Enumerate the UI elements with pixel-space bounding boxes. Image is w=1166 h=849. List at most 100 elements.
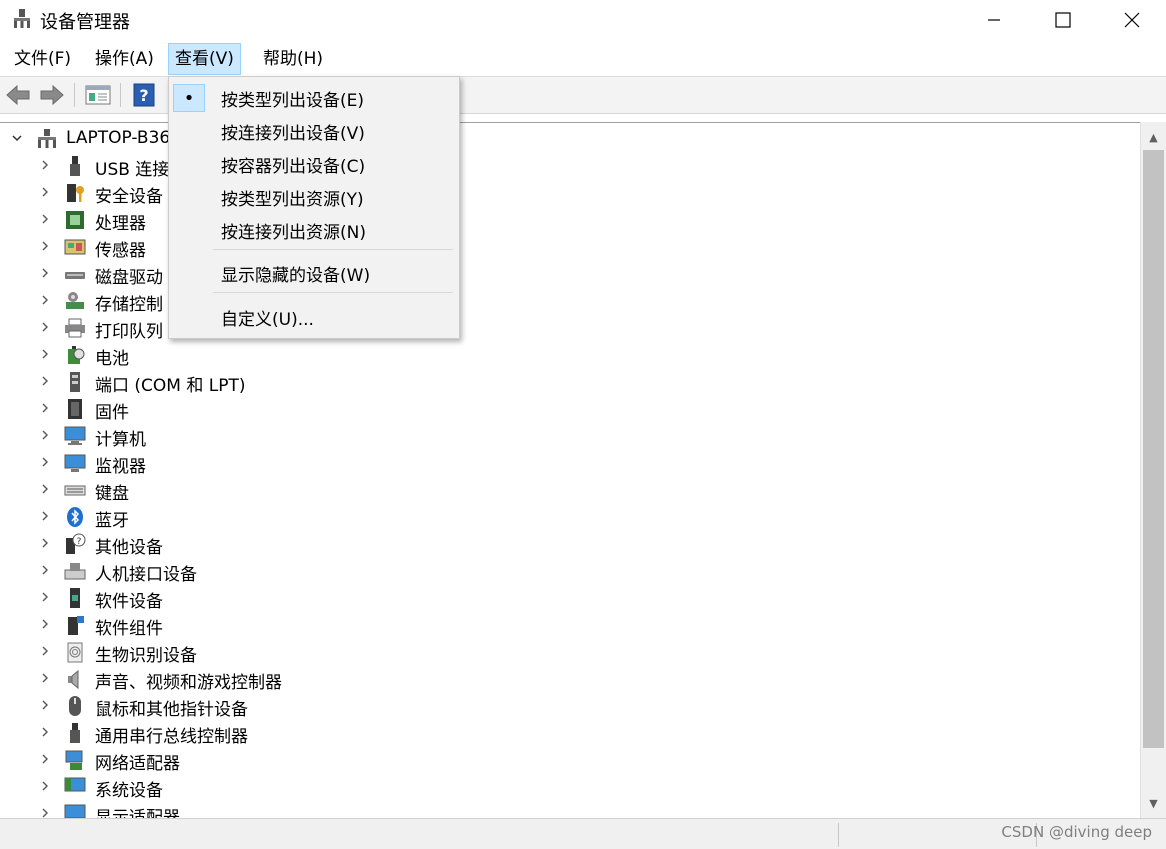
minimize-button[interactable] bbox=[960, 0, 1028, 40]
tree-category-label: 端口 (COM 和 LPT) bbox=[95, 376, 246, 396]
back-button[interactable] bbox=[4, 81, 32, 109]
security-key-icon bbox=[67, 184, 84, 202]
tree-category-label: 蓝牙 bbox=[95, 511, 129, 531]
tree-category-label: 固件 bbox=[95, 403, 129, 423]
tree-category-label: 系统设备 bbox=[95, 781, 163, 801]
tree-category-label: 其他设备 bbox=[95, 538, 163, 558]
expand-caret-icon[interactable] bbox=[38, 293, 52, 307]
menu-separator bbox=[213, 292, 453, 293]
expand-caret-icon[interactable] bbox=[38, 563, 52, 577]
tree-category-row[interactable]: 网络适配器 bbox=[0, 746, 1130, 774]
view-menu-dropdown: • 按类型列出设备(E) 按连接列出设备(V) 按容器列出设备(C) 按类型列出… bbox=[168, 76, 460, 339]
toolbar-separator bbox=[120, 83, 121, 107]
expand-caret-icon[interactable] bbox=[38, 266, 52, 280]
printer-icon bbox=[65, 318, 85, 338]
tree-category-row[interactable]: ? 其他设备 bbox=[0, 530, 1130, 558]
expand-caret-icon[interactable] bbox=[38, 401, 52, 415]
tree-category-label: 显示适配器 bbox=[95, 808, 180, 819]
expand-caret-icon[interactable] bbox=[38, 374, 52, 388]
expand-caret-icon[interactable] bbox=[38, 239, 52, 253]
tree-category-label: 键盘 bbox=[95, 484, 129, 504]
expand-caret-icon[interactable] bbox=[38, 671, 52, 685]
tree-category-row[interactable]: 固件 bbox=[0, 395, 1130, 423]
view-menu-item[interactable]: 按类型列出资源(Y) bbox=[171, 181, 457, 212]
view-menu-item-customize[interactable]: 自定义(U)... bbox=[171, 301, 457, 332]
properties-icon bbox=[85, 85, 111, 105]
tree-category-label: 软件设备 bbox=[95, 592, 163, 612]
expand-caret-icon[interactable] bbox=[38, 617, 52, 631]
tree-category-label: 人机接口设备 bbox=[95, 565, 197, 585]
tree-category-row[interactable]: 声音、视频和游戏控制器 bbox=[0, 665, 1130, 693]
expand-caret-icon[interactable] bbox=[38, 347, 52, 361]
view-menu-item[interactable]: 按连接列出资源(N) bbox=[171, 214, 457, 245]
tree-category-row[interactable]: 软件设备 bbox=[0, 584, 1130, 612]
tree-category-row[interactable]: 电池 bbox=[0, 341, 1130, 369]
expand-caret-icon[interactable] bbox=[38, 725, 52, 739]
expand-caret-icon[interactable] bbox=[38, 320, 52, 334]
tree-category-row[interactable]: 人机接口设备 bbox=[0, 557, 1130, 585]
hid-icon bbox=[64, 563, 86, 580]
forward-button[interactable] bbox=[38, 81, 66, 109]
tree-category-row[interactable]: 计算机 bbox=[0, 422, 1130, 450]
view-menu-item[interactable]: • 按类型列出设备(E) bbox=[171, 82, 457, 113]
network-adapter-icon bbox=[65, 750, 83, 770]
radio-bullet-icon: • bbox=[173, 84, 205, 112]
collapse-caret-icon[interactable] bbox=[10, 131, 24, 145]
tree-category-row[interactable]: 显示适配器 bbox=[0, 800, 1130, 819]
scrollbar-thumb[interactable] bbox=[1143, 150, 1164, 748]
expand-caret-icon[interactable] bbox=[38, 158, 52, 172]
expand-caret-icon[interactable] bbox=[38, 428, 52, 442]
view-menu-item-label: 显示隐藏的设备(W) bbox=[221, 266, 371, 286]
tree-category-row[interactable]: 鼠标和其他指针设备 bbox=[0, 692, 1130, 720]
tree-category-row[interactable]: 监视器 bbox=[0, 449, 1130, 477]
expand-caret-icon[interactable] bbox=[38, 482, 52, 496]
maximize-button[interactable] bbox=[1029, 0, 1097, 40]
expand-caret-icon[interactable] bbox=[38, 698, 52, 712]
tree-category-label: 通用串行总线控制器 bbox=[95, 727, 248, 747]
tree-category-label: 传感器 bbox=[95, 241, 146, 261]
expand-caret-icon[interactable] bbox=[38, 455, 52, 469]
device-manager-app-icon bbox=[14, 9, 30, 28]
back-arrow-icon bbox=[6, 84, 30, 106]
expand-caret-icon[interactable] bbox=[38, 185, 52, 199]
usb-controller-icon bbox=[70, 723, 80, 743]
scroll-up-arrow-icon[interactable]: ▲ bbox=[1141, 124, 1166, 150]
expand-caret-icon[interactable] bbox=[38, 590, 52, 604]
vertical-scrollbar[interactable]: ▲ ▼ bbox=[1140, 122, 1166, 818]
expand-caret-icon[interactable] bbox=[38, 212, 52, 226]
menu-file[interactable]: 文件(F) bbox=[8, 44, 77, 74]
system-device-icon bbox=[64, 777, 86, 792]
tree-category-row[interactable]: 软件组件 bbox=[0, 611, 1130, 639]
view-menu-item-label: 按连接列出设备(V) bbox=[221, 124, 365, 144]
menu-action[interactable]: 操作(A) bbox=[89, 44, 160, 74]
tree-category-row[interactable]: 蓝牙 bbox=[0, 503, 1130, 531]
tree-category-row[interactable]: 键盘 bbox=[0, 476, 1130, 504]
tree-category-label: 生物识别设备 bbox=[95, 646, 197, 666]
tree-category-row[interactable]: 系统设备 bbox=[0, 773, 1130, 801]
tree-category-label: 存储控制 bbox=[95, 295, 163, 315]
view-menu-item[interactable]: 按容器列出设备(C) bbox=[171, 148, 457, 179]
scroll-down-arrow-icon[interactable]: ▼ bbox=[1141, 790, 1166, 816]
expand-caret-icon[interactable] bbox=[38, 752, 52, 766]
expand-caret-icon[interactable] bbox=[38, 536, 52, 550]
properties-view-button[interactable] bbox=[84, 81, 112, 109]
tree-category-label: 网络适配器 bbox=[95, 754, 180, 774]
help-button[interactable]: ? bbox=[130, 81, 158, 109]
tree-category-row[interactable]: 生物识别设备 bbox=[0, 638, 1130, 666]
view-menu-item-show-hidden[interactable]: 显示隐藏的设备(W) bbox=[171, 257, 457, 288]
tree-category-row[interactable]: 端口 (COM 和 LPT) bbox=[0, 368, 1130, 396]
menu-view[interactable]: 查看(V) bbox=[168, 43, 241, 75]
expand-caret-icon[interactable] bbox=[38, 509, 52, 523]
menu-help[interactable]: 帮助(H) bbox=[257, 44, 329, 74]
computer-icon bbox=[64, 426, 86, 445]
tree-category-row[interactable]: 通用串行总线控制器 bbox=[0, 719, 1130, 747]
view-menu-item-label: 按连接列出资源(N) bbox=[221, 223, 366, 243]
expand-caret-icon[interactable] bbox=[38, 779, 52, 793]
view-menu-item[interactable]: 按连接列出设备(V) bbox=[171, 115, 457, 146]
expand-caret-icon[interactable] bbox=[38, 644, 52, 658]
view-menu-item-label: 按类型列出资源(Y) bbox=[221, 190, 364, 210]
close-button[interactable] bbox=[1098, 0, 1166, 40]
cpu-icon bbox=[66, 211, 84, 229]
battery-icon bbox=[68, 346, 85, 364]
mouse-icon bbox=[69, 696, 81, 716]
